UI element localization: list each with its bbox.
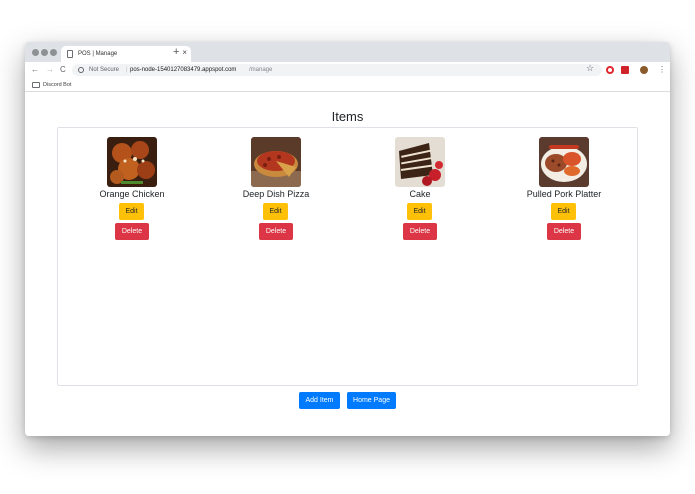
edit-button[interactable]: Edit xyxy=(119,203,144,220)
items-panel: Orange Chicken Edit Delete Deep Dish Piz… xyxy=(57,127,638,386)
delete-button[interactable]: Delete xyxy=(403,223,437,240)
page-content: Items Orange Chicken Edit Delete Deep Di… xyxy=(25,93,670,436)
opera-icon[interactable] xyxy=(606,66,614,74)
edit-button[interactable]: Edit xyxy=(551,203,576,220)
address-bar[interactable]: Not Secure | pos-node-1540127083479.apps… xyxy=(72,64,602,76)
star-icon[interactable]: ☆ xyxy=(586,63,594,73)
add-item-button[interactable]: Add Item xyxy=(299,392,340,409)
menu-icon[interactable]: ⋮ xyxy=(658,64,666,76)
item-image-deep-dish-pizza xyxy=(251,137,301,187)
tab-close-icon[interactable]: × xyxy=(182,48,187,58)
back-button[interactable]: ← xyxy=(31,64,39,76)
zoom-window-dot[interactable] xyxy=(50,49,57,56)
url-separator: | xyxy=(126,67,128,73)
bookmarks-bar: Discord Bot xyxy=(25,78,670,92)
extension-icon[interactable] xyxy=(621,66,629,74)
item-name: Cake xyxy=(409,189,431,199)
url-host: pos-node-1540127083479.appspot.com xyxy=(130,67,237,73)
item-name: Orange Chicken xyxy=(99,189,165,199)
browser-tab[interactable]: POS | Manage × xyxy=(61,46,191,62)
minimize-window-dot[interactable] xyxy=(41,49,48,56)
bookmark-discord-bot[interactable]: Discord Bot xyxy=(43,80,71,90)
delete-button[interactable]: Delete xyxy=(115,223,149,240)
item-name: Pulled Pork Platter xyxy=(526,189,602,199)
browser-window: POS | Manage × + ← → C Not Secure | pos-… xyxy=(25,42,670,436)
folder-icon xyxy=(32,82,40,88)
item-image-pulled-pork-platter xyxy=(539,137,589,187)
edit-button[interactable]: Edit xyxy=(407,203,432,220)
delete-button[interactable]: Delete xyxy=(259,223,293,240)
tab-title: POS | Manage xyxy=(78,51,118,57)
page-icon xyxy=(67,50,73,58)
item-image-orange-chicken xyxy=(107,137,157,187)
home-page-button[interactable]: Home Page xyxy=(347,392,396,409)
delete-button[interactable]: Delete xyxy=(547,223,581,240)
new-tab-button[interactable]: + xyxy=(173,46,179,58)
forward-button[interactable]: → xyxy=(46,64,54,76)
title-bar: POS | Manage × + xyxy=(25,42,670,62)
browser-toolbar: ← → C Not Secure | pos-node-154012708347… xyxy=(25,62,670,78)
profile-icon[interactable] xyxy=(640,66,648,74)
edit-button[interactable]: Edit xyxy=(263,203,288,220)
page-title: Items xyxy=(331,109,364,124)
security-label: Not Secure xyxy=(89,67,120,73)
item-image-cake xyxy=(395,137,445,187)
reload-button[interactable]: C xyxy=(60,64,66,76)
url-path: /manage xyxy=(249,67,273,73)
item-name: Deep Dish Pizza xyxy=(242,189,310,199)
info-icon[interactable] xyxy=(78,67,84,73)
close-window-dot[interactable] xyxy=(32,49,39,56)
